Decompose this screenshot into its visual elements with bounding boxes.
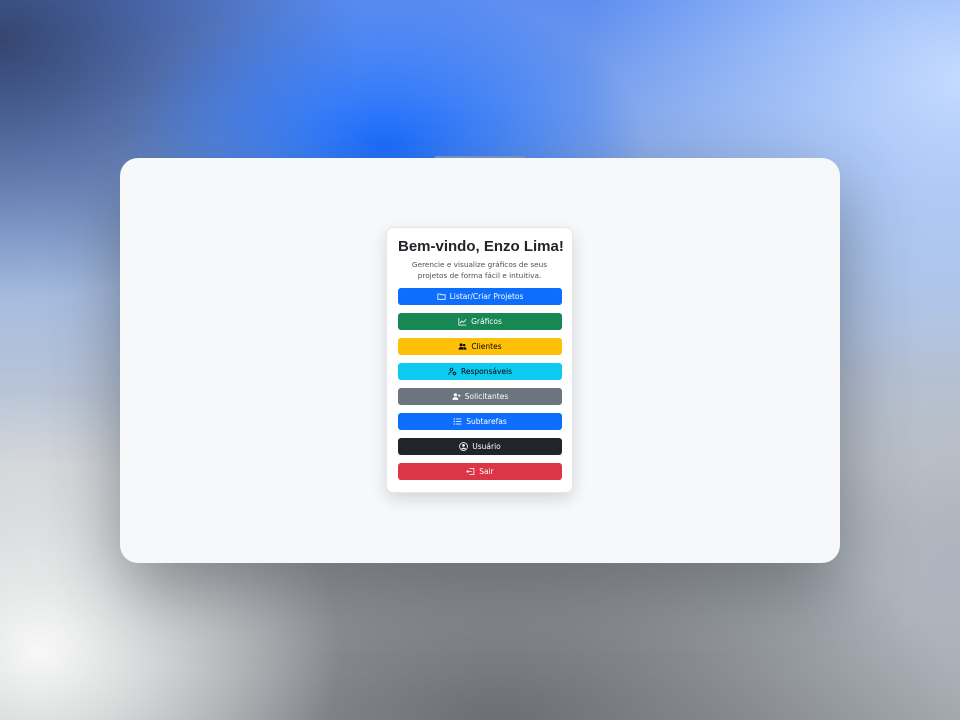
- charts-label: Gráficos: [471, 317, 502, 326]
- user-label: Usuário: [472, 442, 501, 451]
- logout-label: Sair: [479, 467, 494, 476]
- clients-label: Clientes: [471, 342, 502, 351]
- person-gear-icon: [448, 367, 457, 376]
- list-icon: [453, 417, 462, 426]
- app-window: Bem-vindo, Enzo Lima! Gerencie e visuali…: [120, 158, 840, 563]
- person-plus-icon: [452, 392, 461, 401]
- requesters-label: Solicitantes: [464, 392, 509, 401]
- user-circle-icon: [459, 442, 469, 451]
- charts-button[interactable]: Gráficos: [398, 313, 562, 330]
- line-chart-icon: [458, 317, 467, 326]
- logout-button[interactable]: Sair: [398, 463, 562, 480]
- folder-icon: [437, 292, 446, 301]
- subtasks-button[interactable]: Subtarefas: [398, 413, 562, 430]
- people-icon: [458, 342, 467, 351]
- menu-button-list: Listar/Criar Projetos Gráficos Clientes …: [398, 288, 562, 480]
- responsibles-label: Responsáveis: [460, 367, 513, 376]
- welcome-card: Bem-vindo, Enzo Lima! Gerencie e visuali…: [386, 227, 573, 493]
- list-create-projects-button[interactable]: Listar/Criar Projetos: [398, 288, 562, 305]
- responsibles-button[interactable]: Responsáveis: [398, 363, 562, 380]
- logout-icon: [466, 467, 475, 476]
- welcome-subtitle: Gerencie e visualize gráficos de seus pr…: [411, 260, 548, 280]
- clients-button[interactable]: Clientes: [398, 338, 562, 355]
- welcome-title: Bem-vindo, Enzo Lima!: [398, 238, 564, 255]
- user-button[interactable]: Usuário: [398, 438, 562, 455]
- list-create-projects-label: Listar/Criar Projetos: [449, 292, 524, 301]
- subtasks-label: Subtarefas: [466, 417, 507, 426]
- requesters-button[interactable]: Solicitantes: [398, 388, 562, 405]
